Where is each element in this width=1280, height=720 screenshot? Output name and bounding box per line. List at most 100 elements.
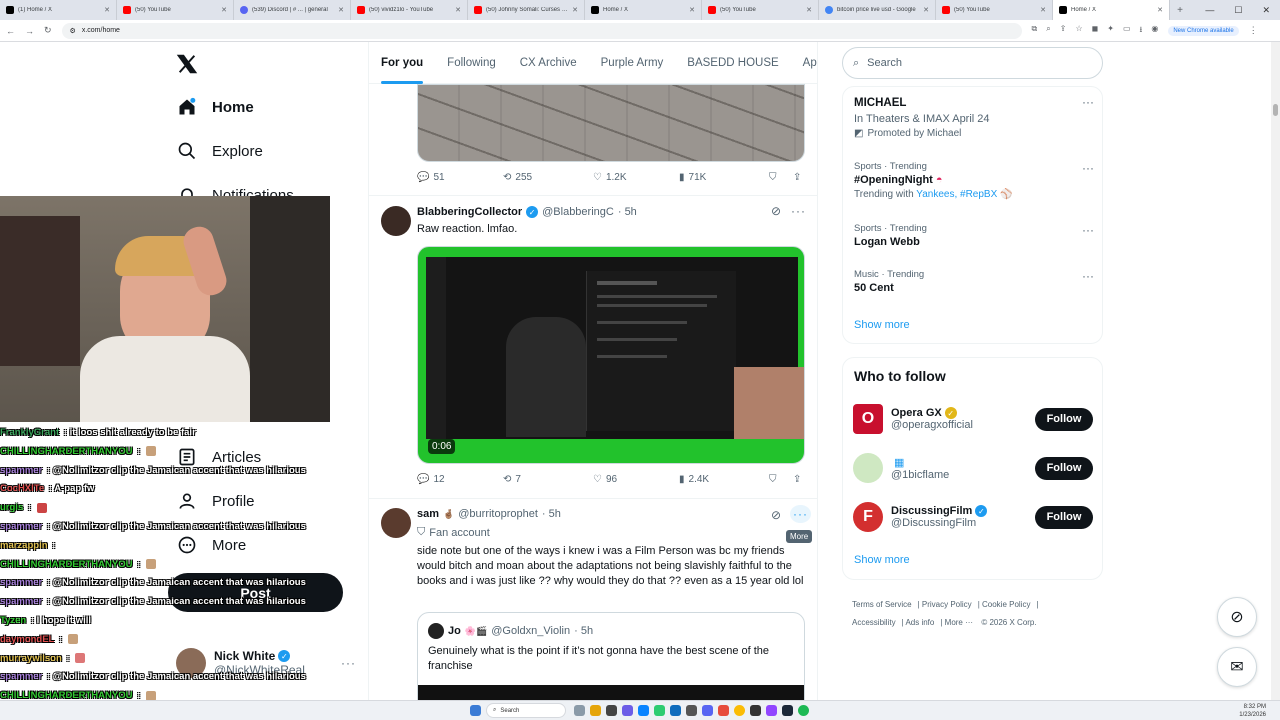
install-icon[interactable]: ⧉ bbox=[1032, 24, 1038, 38]
browser-tab[interactable]: Home / X ✕ bbox=[585, 0, 702, 20]
trend-item[interactable]: Sports · Trending Logan Webb ··· bbox=[854, 223, 1094, 248]
views-button[interactable]: ▮ 71K bbox=[679, 172, 769, 183]
close-tab-icon[interactable]: ✕ bbox=[338, 6, 344, 14]
new-tab-button[interactable]: + bbox=[1170, 5, 1190, 16]
chrome-update-badge[interactable]: New Chrome available bbox=[1168, 25, 1239, 36]
profile-icon[interactable]: ◉ bbox=[1151, 24, 1158, 38]
author-handle[interactable]: @burritoprophet bbox=[458, 508, 538, 520]
trend-item[interactable]: Music · Trending 50 Cent ··· bbox=[854, 269, 1094, 294]
close-tab-icon[interactable]: ✕ bbox=[689, 6, 695, 14]
trend-with-links[interactable]: Yankees, #RepBX bbox=[916, 189, 997, 200]
trend-more-icon[interactable]: ··· bbox=[1082, 161, 1094, 175]
follow-suggestion[interactable]: ▦ @1bicflame Follow bbox=[853, 451, 1093, 485]
tweet-time[interactable]: · 5h bbox=[618, 206, 637, 218]
views-button[interactable]: ▮ 2.4K bbox=[679, 474, 769, 485]
back-icon[interactable]: ← bbox=[6, 26, 15, 36]
trend-more-icon[interactable]: ··· bbox=[1082, 223, 1094, 237]
bookmark-icon[interactable]: ⛉ bbox=[769, 172, 793, 183]
forward-icon[interactable]: → bbox=[25, 26, 34, 36]
repost-button[interactable]: ⟲ 7 bbox=[503, 474, 593, 485]
browser-tab[interactable]: (50) YouTube ✕ bbox=[117, 0, 234, 20]
app-icon[interactable] bbox=[750, 705, 761, 716]
promoted-trend[interactable]: MICHAEL In Theaters & IMAX April 24 ◩ Pr… bbox=[854, 95, 1094, 139]
browser-tab[interactable]: (1) Home / X ✕ bbox=[0, 0, 117, 20]
tab-basedd-house[interactable]: BASEDD HOUSE bbox=[687, 57, 778, 69]
trend-more-icon[interactable]: ··· bbox=[1082, 95, 1094, 109]
taskbar-search[interactable]: ⌕ Search bbox=[486, 703, 566, 718]
repost-button[interactable]: ⟲ 255 bbox=[503, 172, 593, 183]
show-more-link[interactable]: Show more bbox=[854, 554, 910, 566]
tab-cx-archive[interactable]: CX Archive bbox=[520, 57, 577, 69]
close-tab-icon[interactable]: ✕ bbox=[923, 6, 929, 14]
task-view-icon[interactable] bbox=[574, 705, 585, 716]
bookmark-icon[interactable]: ⛉ bbox=[769, 474, 793, 485]
author-name[interactable]: sam bbox=[417, 508, 439, 520]
downloads-icon[interactable]: ⭳ bbox=[1140, 24, 1143, 38]
follow-button[interactable]: Follow bbox=[1035, 505, 1093, 529]
nav-item-explore[interactable]: Explore bbox=[176, 140, 263, 162]
page-scrollbar[interactable] bbox=[1271, 42, 1280, 700]
browser-tab[interactable]: Home / X ✕ bbox=[1053, 0, 1170, 20]
close-tab-icon[interactable]: ✕ bbox=[104, 6, 110, 14]
author-name[interactable]: BlabberingCollector bbox=[417, 206, 522, 218]
chrome-icon[interactable] bbox=[734, 705, 745, 716]
site-info-icon[interactable]: ⚙ bbox=[70, 27, 76, 35]
app-icon[interactable] bbox=[606, 705, 617, 716]
browser-tab[interactable]: (50) YouTube ✕ bbox=[702, 0, 819, 20]
follow-button[interactable]: Follow bbox=[1035, 456, 1093, 480]
share-post-icon[interactable]: ⇪ bbox=[793, 474, 801, 485]
footer-link-terms[interactable]: Terms of Service bbox=[852, 600, 912, 609]
tab-following[interactable]: Following bbox=[447, 57, 496, 69]
footer-link-accessibility[interactable]: Accessibility bbox=[852, 618, 896, 627]
share-post-icon[interactable]: ⇪ bbox=[793, 172, 801, 183]
reply-button[interactable]: 💬 51 bbox=[417, 172, 503, 183]
nav-item-home[interactable]: Home bbox=[176, 96, 254, 118]
app-icon[interactable] bbox=[766, 705, 777, 716]
scrollbar-thumb[interactable] bbox=[1273, 104, 1278, 116]
minimize-icon[interactable]: — bbox=[1205, 5, 1214, 16]
close-tab-icon[interactable]: ✕ bbox=[1040, 6, 1046, 14]
tweet-time[interactable]: · 5h bbox=[542, 508, 561, 520]
app-icon[interactable] bbox=[638, 705, 649, 716]
reply-button[interactable]: 💬 12 bbox=[417, 474, 503, 485]
follow-button[interactable]: Follow bbox=[1035, 407, 1093, 431]
browser-menu-icon[interactable]: ⋮ bbox=[1249, 25, 1258, 36]
like-button[interactable]: ♡ 1.2K bbox=[593, 172, 679, 183]
author-handle[interactable]: @BlabberingC bbox=[542, 206, 614, 218]
maximize-icon[interactable]: ☐ bbox=[1234, 5, 1242, 16]
show-more-link[interactable]: Show more bbox=[854, 319, 1094, 331]
system-clock[interactable]: 8:32 PM 1/23/2026 bbox=[1239, 703, 1266, 719]
close-tab-icon[interactable]: ✕ bbox=[1157, 6, 1163, 14]
url-field[interactable]: ⚙ x.com/home bbox=[61, 22, 1022, 39]
follow-suggestion[interactable]: F DiscussingFilm ✓ @DiscussingFilm Follow bbox=[853, 500, 1093, 534]
browser-tab[interactable]: bitcoin price live usd - Google ✕ bbox=[819, 0, 936, 20]
tab-search-icon[interactable]: ▭ bbox=[1123, 24, 1131, 38]
app-icon[interactable] bbox=[686, 705, 697, 716]
trend-more-icon[interactable]: ··· bbox=[1082, 269, 1094, 283]
file-explorer-icon[interactable] bbox=[590, 705, 601, 716]
discord-icon[interactable] bbox=[702, 705, 713, 716]
browser-tab[interactable]: (539) Discord | # ... | general ✕ bbox=[234, 0, 351, 20]
close-tab-icon[interactable]: ✕ bbox=[221, 6, 227, 14]
footer-link-privacy[interactable]: Privacy Policy bbox=[922, 600, 972, 609]
extension-icon[interactable]: ◼ bbox=[1092, 24, 1099, 38]
reload-icon[interactable]: ↻ bbox=[44, 25, 52, 36]
bookmark-star-icon[interactable]: ☆ bbox=[1075, 24, 1082, 38]
footer-link-cookies[interactable]: Cookie Policy bbox=[982, 600, 1030, 609]
grok-fab[interactable]: ⊘ bbox=[1217, 597, 1257, 637]
spotify-icon[interactable] bbox=[798, 705, 809, 716]
footer-link-more[interactable]: More ··· bbox=[945, 618, 973, 627]
app-icon[interactable] bbox=[622, 705, 633, 716]
browser-tab[interactable]: (50) vividz1lo - YouTube ✕ bbox=[351, 0, 468, 20]
start-icon[interactable] bbox=[470, 705, 481, 716]
close-tab-icon[interactable]: ✕ bbox=[572, 6, 578, 14]
x-logo-icon[interactable] bbox=[176, 53, 198, 80]
tweet-image[interactable] bbox=[417, 84, 805, 162]
tweet-more-icon[interactable]: ··· bbox=[790, 505, 811, 523]
steam-icon[interactable] bbox=[782, 705, 793, 716]
close-tab-icon[interactable]: ✕ bbox=[455, 6, 461, 14]
browser-tab[interactable]: (50) YouTube ✕ bbox=[936, 0, 1053, 20]
close-tab-icon[interactable]: ✕ bbox=[806, 6, 812, 14]
zoom-icon[interactable]: ⌕ bbox=[1046, 24, 1050, 38]
follow-suggestion[interactable]: O Opera GX ✓ @operagxofficial Follow bbox=[853, 402, 1093, 436]
